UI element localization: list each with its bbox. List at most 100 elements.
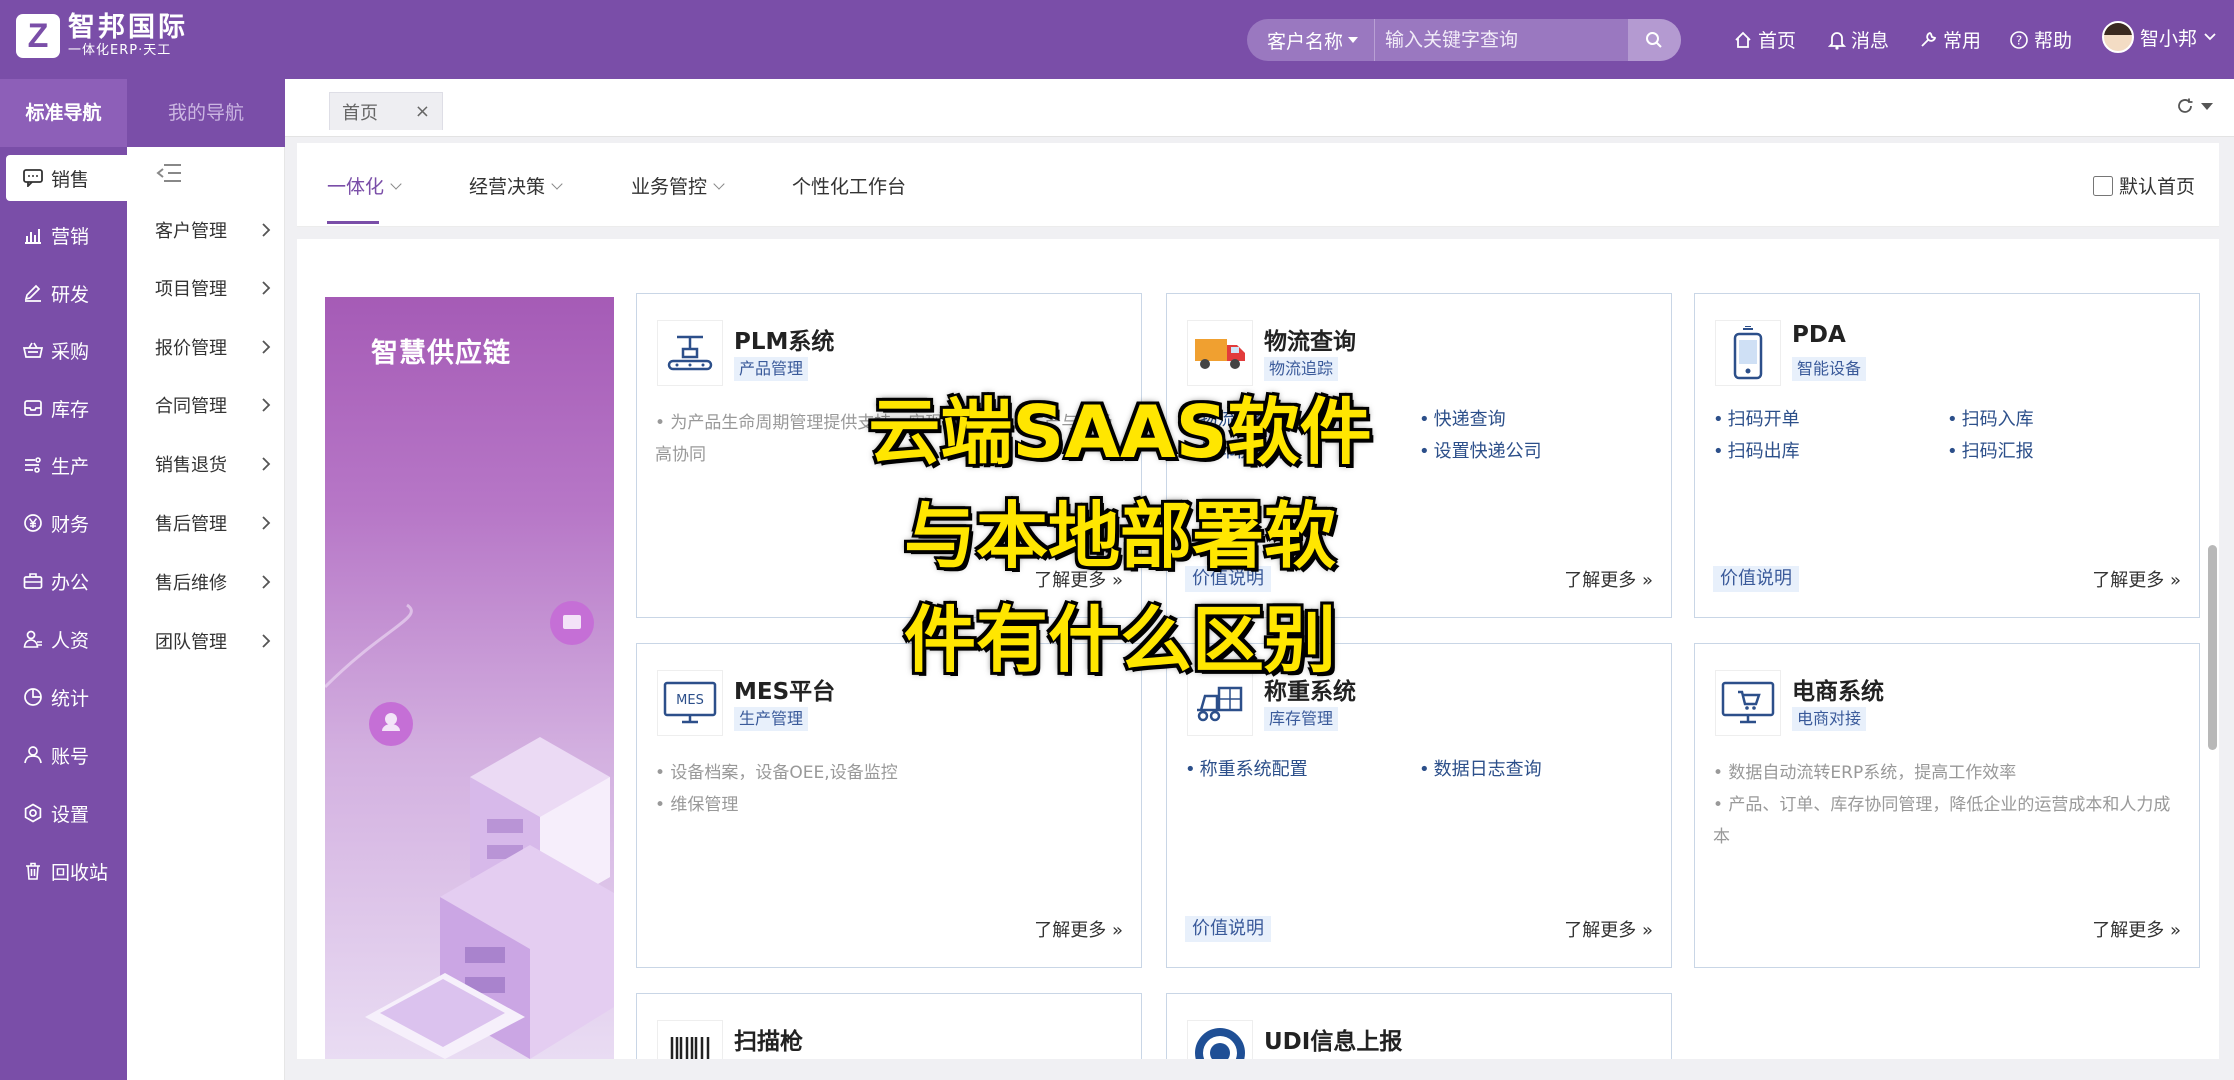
sidebar-item-label: 采购	[51, 340, 90, 363]
sidebar-item-settings[interactable]: 设置	[6, 790, 127, 836]
nav-help[interactable]: ? 帮助	[2009, 26, 2072, 53]
default-home-checkbox[interactable]	[2092, 175, 2113, 196]
default-home-toggle[interactable]: 默认首页	[2092, 172, 2195, 199]
sidebar-item-inventory[interactable]: 库存	[6, 385, 127, 431]
learn-more-link[interactable]: 了解更多 »	[1564, 566, 1653, 592]
submenu-quote[interactable]: 报价管理	[127, 324, 285, 370]
tab-label: 一体化	[327, 176, 385, 198]
submenu-repair[interactable]: 售后维修	[127, 559, 285, 605]
chevron-right-icon	[262, 516, 271, 530]
tab-decision[interactable]: 经营决策	[469, 172, 563, 199]
sidebar-item-sales[interactable]: 销售	[6, 155, 127, 201]
learn-more-link[interactable]: 了解更多 »	[2092, 566, 2181, 592]
nav-help-label: 帮助	[2034, 30, 2073, 52]
card-scanner[interactable]: 扫描枪	[636, 993, 1142, 1059]
card-link[interactable]: 扫码入库	[1947, 404, 2181, 436]
card-link[interactable]: 称重系统配置	[1185, 754, 1419, 786]
page-tabs-bar: 首页 ×	[285, 79, 2234, 137]
search-field-select[interactable]: 客户名称	[1247, 19, 1375, 61]
scrollbar-thumb[interactable]	[2208, 545, 2217, 750]
refresh-icon	[2178, 98, 2193, 113]
sidebar-item-stats[interactable]: 统计	[6, 674, 127, 720]
help-icon: ?	[2010, 30, 2028, 49]
sidebar-item-hr[interactable]: 人资	[6, 616, 127, 662]
search-field-label: 客户名称	[1267, 30, 1344, 53]
tab-integration[interactable]: 一体化	[327, 172, 402, 199]
card-link[interactable]: 数据日志查询	[1419, 754, 1653, 786]
card-link[interactable]: 扫码汇报	[1947, 436, 2181, 468]
submenu-aftersales[interactable]: 售后管理	[127, 500, 285, 546]
chevron-right-icon	[262, 398, 271, 412]
sidebar-item-office[interactable]: 办公	[6, 558, 127, 604]
card-ecommerce[interactable]: 电商系统 电商对接 • 数据自动流转ERP系统，提高工作效率 • 产品、订单、库…	[1694, 643, 2200, 968]
yen-icon	[24, 514, 42, 532]
chevron-right-icon	[262, 281, 271, 295]
sidebar-item-production[interactable]: 生产	[6, 442, 127, 488]
value-description-link[interactable]: 价值说明	[1185, 916, 1271, 942]
card-description: • 数据自动流转ERP系统，提高工作效率 • 产品、订单、库存协同管理，降低企业…	[1713, 757, 2183, 853]
nav-home[interactable]: 首页	[1733, 26, 1796, 53]
logo[interactable]: Z 智邦国际 一体化ERP·天工	[16, 13, 188, 59]
submenu-contract[interactable]: 合同管理	[127, 382, 285, 428]
card-link[interactable]: 扫码开单	[1713, 404, 1947, 436]
tab-my-nav[interactable]: 我的导航	[127, 79, 285, 147]
person-icon	[23, 630, 42, 648]
submenu-label: 销售退货	[155, 455, 227, 476]
sidebar-item-purchase[interactable]: 采购	[6, 327, 127, 373]
tab-standard-nav[interactable]: 标准导航	[0, 79, 127, 147]
monitor-icon: MES	[657, 670, 723, 736]
tab-label: 业务管控	[631, 176, 708, 198]
page-tab-label: 首页	[342, 102, 378, 124]
pda-device-icon	[1715, 320, 1781, 386]
submenu-customer[interactable]: 客户管理	[127, 207, 285, 253]
barcode-icon	[657, 1020, 723, 1059]
submenu-label: 客户管理	[155, 221, 227, 242]
overlay-caption: 云端SAAS软件 与本地部署软 件有什么区别	[780, 380, 1460, 692]
nav-common[interactable]: 常用	[1918, 26, 1981, 53]
tab-business-control[interactable]: 业务管控	[631, 172, 725, 199]
card-link[interactable]: 扫码出库	[1713, 436, 1947, 468]
user-menu[interactable]: 智小邦	[2102, 21, 2222, 53]
sidebar-item-label: 回收站	[51, 861, 109, 884]
briefcase-icon	[23, 573, 43, 589]
submenu-project[interactable]: 项目管理	[127, 265, 285, 311]
sidebar-item-recycle[interactable]: 回收站	[6, 848, 127, 894]
nav-home-label: 首页	[1758, 30, 1797, 52]
card-pda[interactable]: PDA 智能设备 扫码开单 扫码入库 扫码出库 扫码汇报 价值说明 了解更多 »	[1694, 293, 2200, 618]
submenu-team[interactable]: 团队管理	[127, 618, 285, 664]
default-home-label: 默认首页	[2118, 176, 2195, 198]
submenu-returns[interactable]: 销售退货	[127, 441, 285, 487]
collapse-menu-icon[interactable]	[155, 162, 183, 184]
sidebar-item-marketing[interactable]: 营销	[6, 212, 127, 258]
learn-more-link[interactable]: 了解更多 »	[1564, 916, 1653, 942]
learn-more-link[interactable]: 了解更多 »	[2092, 916, 2181, 942]
sidebar-item-rnd[interactable]: 研发	[6, 270, 127, 316]
supply-chain-banner[interactable]: 智慧供应链	[325, 297, 614, 1059]
nav-messages[interactable]: 消息	[1828, 26, 1889, 53]
tab-label: 经营决策	[469, 176, 546, 198]
sidebar-item-label: 办公	[51, 571, 90, 594]
search-button[interactable]	[1627, 19, 1681, 61]
logo-name: 智邦国际	[68, 12, 188, 43]
sidebar-item-label: 统计	[51, 687, 90, 710]
value-description-link[interactable]: 价值说明	[1713, 566, 1799, 592]
page-tab-home[interactable]: 首页 ×	[329, 92, 443, 130]
sidebar-item-label: 设置	[51, 803, 90, 826]
svg-text:?: ?	[2016, 33, 2022, 47]
tab-workbench[interactable]: 个性化工作台	[792, 172, 906, 199]
card-udi[interactable]: UDI信息上报	[1166, 993, 1672, 1059]
sidebar-item-account[interactable]: 账号	[6, 732, 127, 778]
learn-more-link[interactable]: 了解更多 »	[1034, 916, 1123, 942]
active-tab-indicator	[327, 221, 379, 224]
search-icon	[1646, 32, 1663, 48]
home-icon	[1735, 31, 1751, 48]
card-description-line: • 产品、订单、库存协同管理，降低企业的运营成本和人力成本	[1713, 795, 2171, 847]
sidebar-item-label: 生产	[51, 455, 90, 478]
chevron-right-icon	[262, 340, 271, 354]
close-icon[interactable]: ×	[415, 101, 430, 122]
sidebar-item-finance[interactable]: 财务	[6, 500, 127, 546]
caption-line: 与本地部署软	[902, 493, 1337, 580]
refresh-control[interactable]	[2176, 97, 2214, 115]
submenu-label: 合同管理	[155, 396, 227, 417]
search-input[interactable]	[1374, 19, 1628, 61]
